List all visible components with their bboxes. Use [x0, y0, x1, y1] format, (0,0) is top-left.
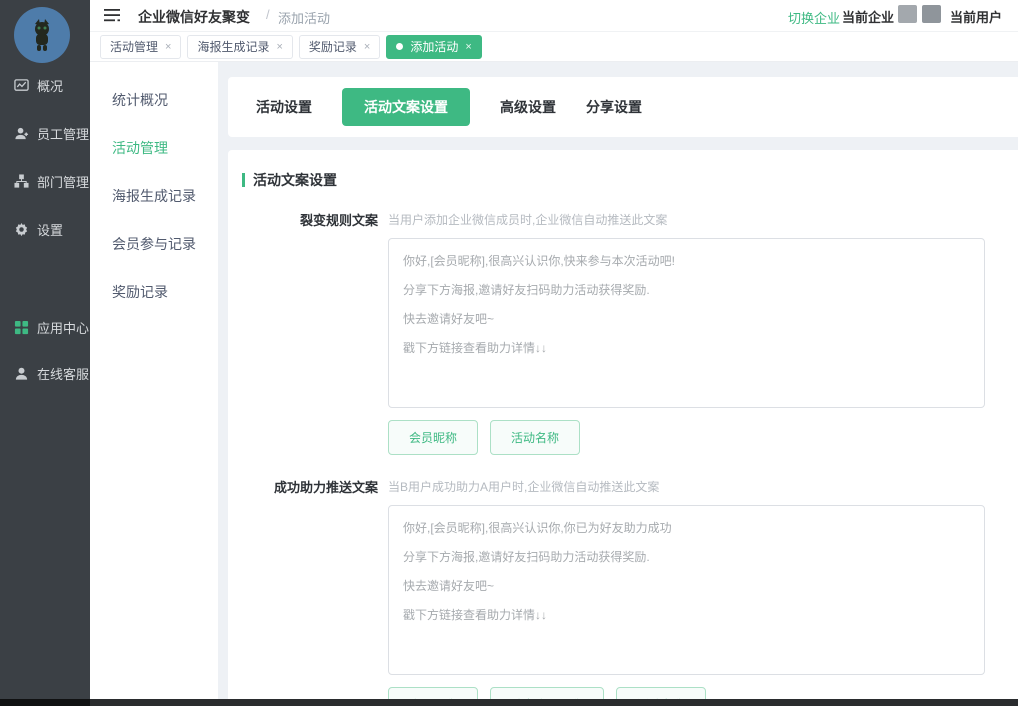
breadcrumb-separator: /: [266, 7, 270, 22]
close-icon[interactable]: ×: [465, 41, 471, 53]
field-hint: 当用户添加企业微信成员时,企业微信自动推送此文案: [388, 208, 985, 228]
section-accent-bar: [242, 173, 245, 187]
sidebar-item-label: 应用中心: [37, 318, 89, 337]
tag-reward-records[interactable]: 奖励记录 ×: [299, 35, 380, 59]
collapse-menu-icon[interactable]: [104, 8, 122, 23]
chart-icon: [14, 78, 29, 93]
insert-assist-member-nickname-button[interactable]: 助力会员昵称: [490, 687, 604, 699]
close-icon[interactable]: ×: [364, 41, 370, 53]
tag-add-activity[interactable]: 添加活动 ×: [386, 35, 481, 59]
employee-icon: [14, 126, 29, 141]
sidebar-item-settings[interactable]: 设置: [14, 220, 63, 239]
tab-share-settings[interactable]: 分享设置: [586, 97, 642, 117]
user-avatar-placeholder: [922, 5, 941, 23]
mascot-icon: [27, 18, 57, 52]
sidebar-item-label: 设置: [37, 220, 63, 239]
tag-label: 奖励记录: [309, 38, 357, 55]
sidebar-item-label: 在线客服: [37, 364, 89, 383]
customer-service-icon: [14, 366, 29, 381]
insert-member-nickname-button[interactable]: 会员昵称: [388, 687, 478, 699]
horizontal-scrollbar[interactable]: [0, 699, 1018, 706]
submenu-item-activity-management[interactable]: 活动管理: [90, 124, 218, 172]
scrollbar-corner: [0, 699, 90, 706]
submenu-item-stats-overview[interactable]: 统计概况: [90, 76, 218, 124]
company-logo-placeholder: [898, 5, 917, 23]
close-icon[interactable]: ×: [276, 41, 282, 53]
copywriting-form-card: 活动文案设置 裂变规则文案 当用户添加企业微信成员时,企业微信自动推送此文案 你…: [228, 150, 1018, 699]
section-title: 活动文案设置: [253, 170, 337, 190]
tab-activity-settings[interactable]: 活动设置: [256, 97, 312, 117]
insert-member-nickname-button[interactable]: 会员昵称: [388, 420, 478, 455]
gear-icon: [14, 222, 29, 237]
field-label: 成功助力推送文案: [228, 475, 378, 699]
primary-sidebar: 概况 员工管理 部门管理 设置 应用: [0, 0, 90, 699]
submenu-item-reward-records[interactable]: 奖励记录: [90, 268, 218, 316]
top-navbar: 企业微信好友聚变 / 添加活动 切换企业 当前企业 当前用户: [90, 0, 1018, 32]
insert-activity-name-button[interactable]: 活动名称: [490, 420, 580, 455]
submenu-item-poster-records[interactable]: 海报生成记录: [90, 172, 218, 220]
sidebar-item-app-center[interactable]: 应用中心: [14, 318, 89, 337]
field-label: 裂变规则文案: [228, 208, 378, 455]
sidebar-item-employees[interactable]: 员工管理: [14, 124, 89, 143]
app-logo[interactable]: [14, 7, 70, 63]
active-dot-icon: [396, 43, 403, 50]
sidebar-item-departments[interactable]: 部门管理: [14, 172, 89, 191]
department-icon: [14, 174, 29, 189]
main-content: 活动设置 活动文案设置 高级设置 分享设置 活动文案设置 裂变规则文案 当用户添…: [218, 62, 1018, 699]
settings-tabs-card: 活动设置 活动文案设置 高级设置 分享设置: [228, 77, 1018, 137]
secondary-sidebar: 统计概况 活动管理 海报生成记录 会员参与记录 奖励记录: [90, 62, 218, 699]
apps-grid-icon: [14, 320, 29, 335]
tag-label: 活动管理: [110, 38, 158, 55]
field-fission-rule-copy: 裂变规则文案 当用户添加企业微信成员时,企业微信自动推送此文案 你好,[会员昵称…: [228, 208, 1018, 455]
field-assist-success-copy: 成功助力推送文案 当B用户成功助力A用户时,企业微信自动推送此文案 你好,[会员…: [228, 475, 1018, 699]
close-icon[interactable]: ×: [165, 41, 171, 53]
current-company-label: 当前企业: [842, 7, 894, 26]
sidebar-item-label: 概况: [37, 76, 63, 95]
insert-activity-name-button[interactable]: 活动名称: [616, 687, 706, 699]
breadcrumb-root: 企业微信好友聚变: [138, 7, 250, 27]
tag-label: 添加活动: [410, 38, 458, 55]
tag-poster-records[interactable]: 海报生成记录 ×: [187, 35, 292, 59]
breadcrumb-current: 添加活动: [278, 8, 330, 27]
opened-tabs-bar: 活动管理 × 海报生成记录 × 奖励记录 × 添加活动 ×: [90, 32, 1018, 62]
assist-success-copy-textarea[interactable]: 你好,[会员昵称],很高兴认识你,你已为好友助力成功 分享下方海报,邀请好友扫码…: [388, 505, 985, 675]
sidebar-item-overview[interactable]: 概况: [14, 76, 63, 95]
tag-activity-management[interactable]: 活动管理 ×: [100, 35, 181, 59]
tag-label: 海报生成记录: [197, 38, 269, 55]
current-user-label: 当前用户: [950, 7, 1002, 26]
fission-rule-copy-textarea[interactable]: 你好,[会员昵称],很高兴认识你,快来参与本次活动吧! 分享下方海报,邀请好友扫…: [388, 238, 985, 408]
section-header: 活动文案设置: [228, 170, 1018, 190]
tab-advanced-settings[interactable]: 高级设置: [500, 97, 556, 117]
sidebar-item-label: 部门管理: [37, 172, 89, 191]
sidebar-item-label: 员工管理: [37, 124, 89, 143]
field-hint: 当B用户成功助力A用户时,企业微信自动推送此文案: [388, 475, 985, 495]
switch-company-link[interactable]: 切换企业: [788, 8, 840, 27]
sidebar-item-online-support[interactable]: 在线客服: [14, 364, 89, 383]
submenu-item-member-participation[interactable]: 会员参与记录: [90, 220, 218, 268]
tab-copywriting-settings[interactable]: 活动文案设置: [342, 88, 470, 126]
